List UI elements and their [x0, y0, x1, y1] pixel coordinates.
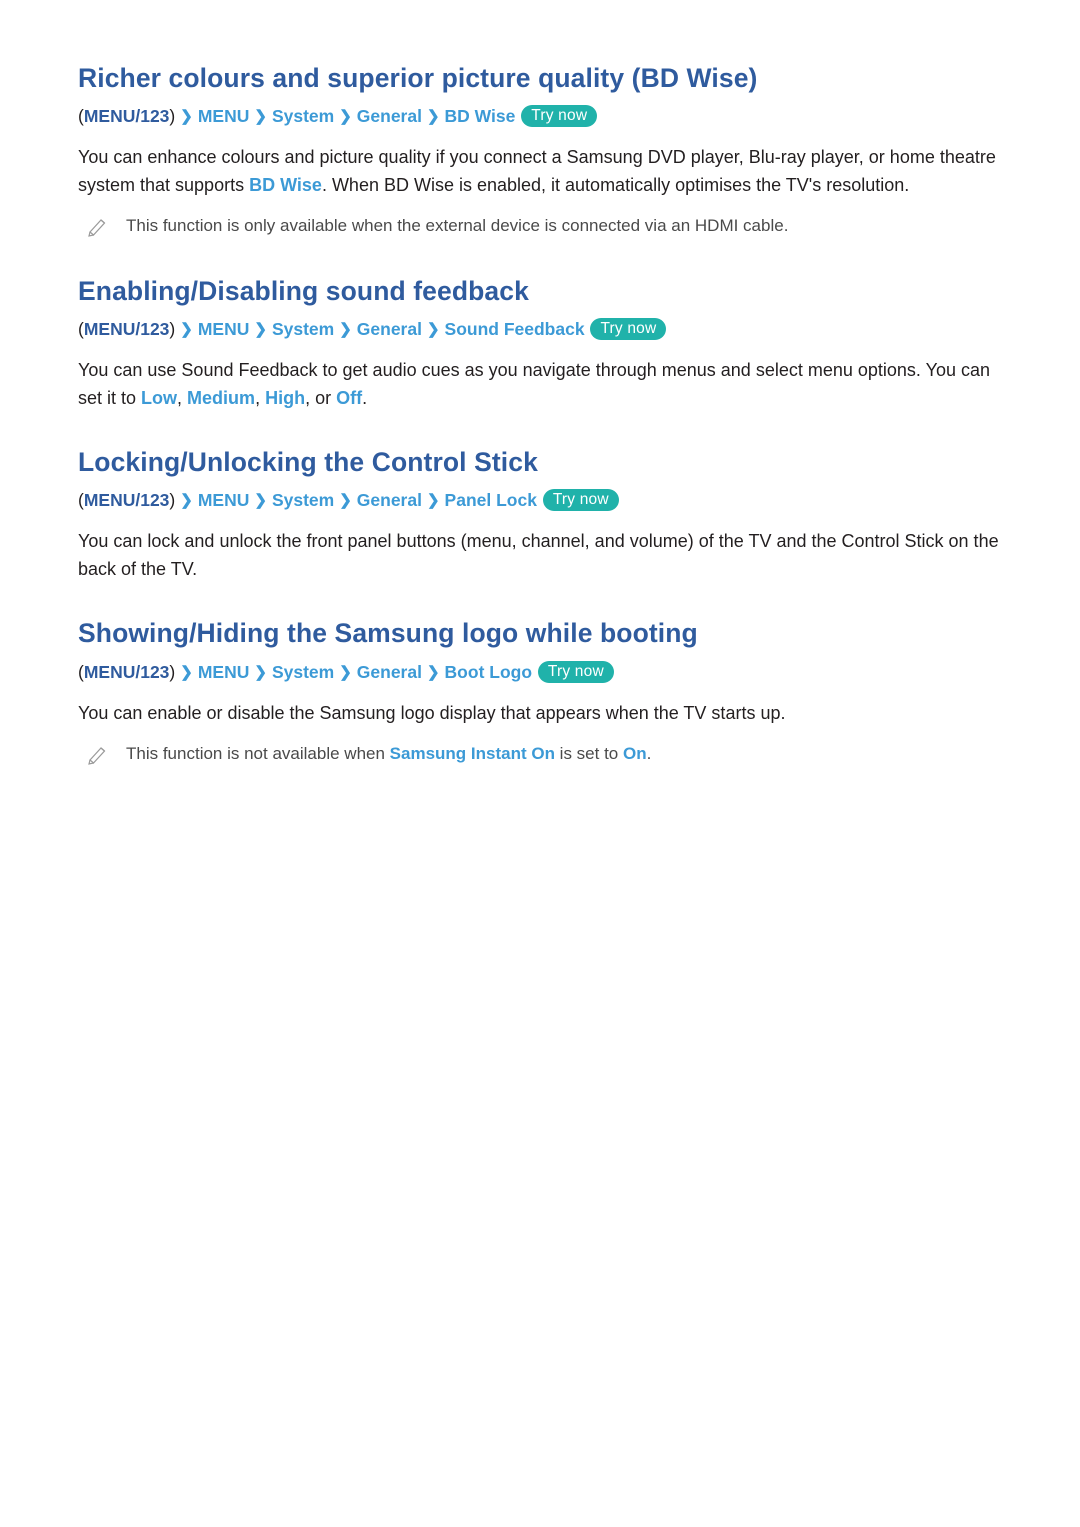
chevron-right-icon: ❯	[180, 492, 193, 510]
text-run: .	[362, 388, 368, 409]
highlighted-term: Samsung Instant On	[389, 743, 555, 763]
document-content: Richer colours and superior picture qual…	[78, 62, 1002, 801]
chevron-right-icon: ❯	[339, 321, 352, 339]
breadcrumb-item[interactable]: System	[272, 319, 334, 339]
breadcrumb-menu123[interactable]: MENU/123	[84, 490, 170, 510]
highlighted-term: BD Wise	[249, 175, 322, 196]
chevron-right-icon: ❯	[426, 108, 440, 126]
body-paragraph: You can lock and unlock the front panel …	[78, 527, 1002, 583]
highlighted-term: Low	[141, 388, 178, 409]
try-now-button[interactable]: Try now	[590, 318, 667, 341]
pencil-icon	[86, 215, 112, 237]
note-block: This function is only available when the…	[78, 213, 1002, 239]
breadcrumb-close-paren: )	[169, 106, 176, 127]
text-run: This function is only available when the…	[126, 216, 789, 236]
document-page: Richer colours and superior picture qual…	[0, 0, 1080, 1527]
chevron-right-icon: ❯	[339, 663, 352, 681]
chevron-right-icon: ❯	[254, 663, 267, 681]
chevron-right-icon: ❯	[180, 108, 193, 126]
document-section: Showing/Hiding the Samsung logo while bo…	[78, 617, 1002, 766]
breadcrumb: (MENU/123) ❯ MENU ❯ System ❯ General ❯ Sound Fee…	[78, 316, 1002, 344]
breadcrumb-item[interactable]: General	[357, 106, 422, 126]
note-block: This function is not available when Sams…	[78, 741, 1002, 767]
chevron-right-icon: ❯	[339, 492, 352, 510]
try-now-button[interactable]: Try now	[537, 660, 614, 683]
text-run: is set to	[554, 743, 623, 763]
text-run: This function is not available when	[126, 743, 390, 763]
breadcrumb: (MENU/123) ❯ MENU ❯ System ❯ General ❯ Boot Logo…	[78, 659, 1002, 687]
document-section: Richer colours and superior picture qual…	[78, 62, 1002, 239]
breadcrumb-item[interactable]: Sound Feedback	[445, 319, 585, 339]
section-heading: Richer colours and superior picture qual…	[78, 63, 758, 93]
highlighted-term: Medium	[187, 388, 256, 409]
breadcrumb-item[interactable]: MENU	[198, 319, 250, 339]
try-now-button[interactable]: Try now	[542, 489, 619, 512]
breadcrumb-item[interactable]: Boot Logo	[445, 662, 532, 682]
section-heading: Showing/Hiding the Samsung logo while bo…	[78, 618, 698, 649]
text-run: .	[646, 743, 652, 763]
breadcrumb-item[interactable]: BD Wise	[445, 106, 516, 126]
breadcrumb-item[interactable]: General	[357, 662, 422, 682]
section-heading: Locking/Unlocking the Control Stick	[78, 447, 538, 478]
breadcrumb-menu123[interactable]: MENU/123	[84, 662, 170, 682]
breadcrumb-close-paren: )	[169, 661, 176, 682]
chevron-right-icon: ❯	[254, 108, 267, 126]
breadcrumb-item[interactable]: MENU	[198, 106, 250, 126]
breadcrumb-item[interactable]: System	[272, 490, 334, 510]
body-paragraph: You can enhance colours and picture qual…	[78, 143, 1002, 199]
document-section: Enabling/Disabling sound feedback (MENU/1…	[78, 275, 1002, 412]
chevron-right-icon: ❯	[339, 108, 352, 126]
try-now-button[interactable]: Try now	[521, 105, 598, 128]
text-run: You can lock and unlock the front panel …	[78, 531, 999, 580]
breadcrumb-close-paren: )	[169, 319, 176, 340]
breadcrumb-item[interactable]: System	[272, 662, 334, 682]
highlighted-term: High	[265, 388, 306, 409]
breadcrumb-menu123[interactable]: MENU/123	[84, 319, 170, 339]
text-run: You can enable or disable the Samsung lo…	[78, 702, 786, 723]
breadcrumb-item[interactable]: MENU	[198, 662, 250, 682]
highlighted-term: On	[622, 743, 647, 763]
breadcrumb-item[interactable]: General	[357, 319, 422, 339]
note-text: This function is not available when Sams…	[126, 741, 651, 767]
highlighted-term: Off	[336, 388, 363, 409]
note-text: This function is only available when the…	[126, 213, 788, 239]
text-run: ,	[255, 388, 266, 409]
chevron-right-icon: ❯	[426, 663, 440, 681]
pencil-icon	[86, 743, 112, 765]
breadcrumb-item[interactable]: System	[272, 106, 334, 126]
chevron-right-icon: ❯	[180, 321, 193, 339]
body-paragraph: You can enable or disable the Samsung lo…	[78, 699, 1002, 727]
breadcrumb: (MENU/123) ❯ MENU ❯ System ❯ General ❯ BD Wise T…	[78, 103, 1002, 131]
breadcrumb-item[interactable]: MENU	[198, 490, 250, 510]
chevron-right-icon: ❯	[254, 321, 267, 339]
document-section: Locking/Unlocking the Control Stick (MENU…	[78, 446, 1002, 583]
chevron-right-icon: ❯	[426, 321, 440, 339]
section-heading: Enabling/Disabling sound feedback	[78, 276, 529, 307]
body-paragraph: You can use Sound Feedback to get audio …	[78, 356, 1002, 412]
breadcrumb: (MENU/123) ❯ MENU ❯ System ❯ General ❯ Panel Loc…	[78, 487, 1002, 515]
breadcrumb-menu123[interactable]: MENU/123	[84, 106, 170, 126]
text-run: , or	[305, 388, 337, 409]
chevron-right-icon: ❯	[426, 492, 440, 510]
text-run: . When BD Wise is enabled, it automatica…	[321, 175, 910, 196]
breadcrumb-item[interactable]: General	[357, 490, 422, 510]
breadcrumb-close-paren: )	[169, 490, 176, 511]
chevron-right-icon: ❯	[180, 663, 193, 681]
text-run: ,	[177, 388, 188, 409]
chevron-right-icon: ❯	[254, 492, 267, 510]
breadcrumb-item[interactable]: Panel Lock	[445, 490, 537, 510]
